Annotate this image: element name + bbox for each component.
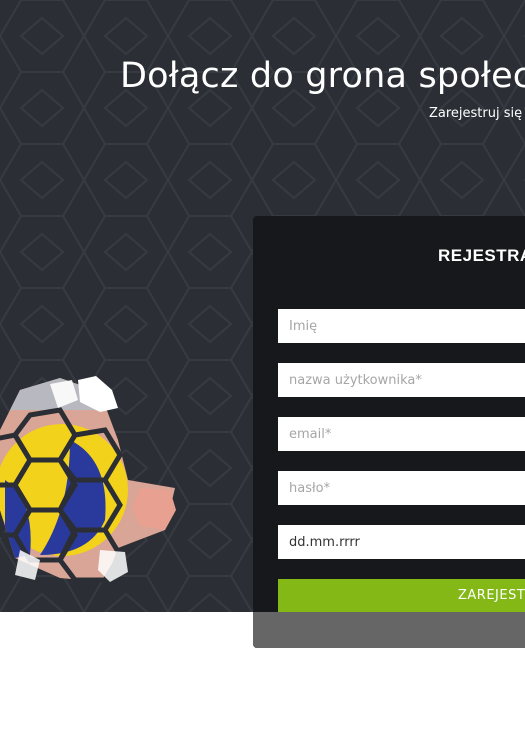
register-button[interactable]: ZAREJESTI <box>278 579 525 612</box>
volleyball-hexagon-graphic <box>0 376 176 583</box>
card-footer <box>253 612 525 648</box>
email-input[interactable] <box>278 417 525 451</box>
hero-subtitle: Zarejestruj się j <box>429 106 525 121</box>
password-input[interactable] <box>278 471 525 505</box>
registration-title: REJESTRA <box>438 246 525 265</box>
birthdate-input[interactable] <box>278 525 525 559</box>
first-name-input[interactable] <box>278 309 525 343</box>
registration-card: REJESTRA ZAREJESTI <box>253 216 525 648</box>
hero-title: Dołącz do grona społecz <box>120 56 525 96</box>
username-input[interactable] <box>278 363 525 397</box>
